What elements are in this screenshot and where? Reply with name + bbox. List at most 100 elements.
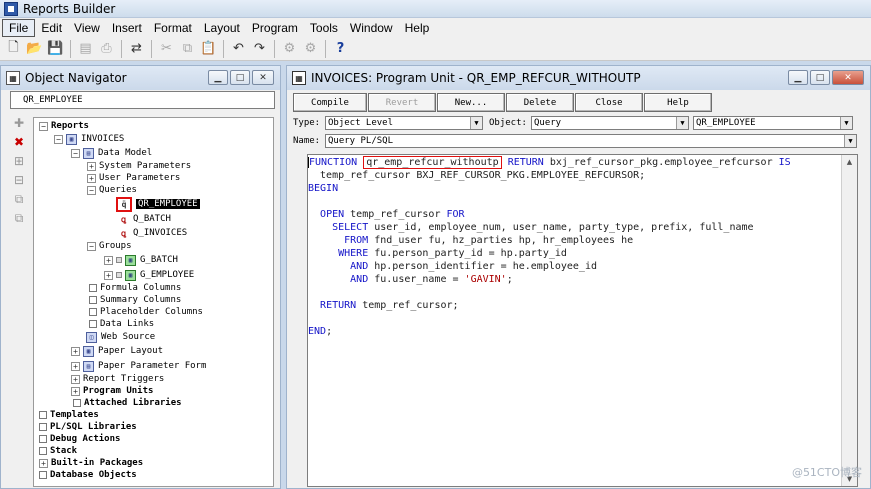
minimize-button[interactable]: ▁ <box>788 70 808 85</box>
empty-node-marker <box>39 423 47 431</box>
close-unit-button[interactable]: Close <box>575 93 643 112</box>
revert-button[interactable]: Revert <box>368 93 436 112</box>
create-icon[interactable]: ✚ <box>14 116 24 130</box>
tree-node-q-invoices[interactable]: ꝗ Q_INVOICES <box>118 227 187 239</box>
redo-icon[interactable]: ↷ <box>249 39 270 59</box>
collapse-toggle[interactable]: − <box>39 121 48 131</box>
tree-node-program-units[interactable]: + Program Units <box>71 385 153 397</box>
tree-node-invoices[interactable]: − ▦ INVOICES <box>54 133 124 145</box>
name-select[interactable]: Query PL/SQL ▼ <box>325 134 857 148</box>
new-button[interactable]: New... <box>437 93 505 112</box>
menu-edit[interactable]: Edit <box>35 20 68 36</box>
tree-node-queries[interactable]: − Queries <box>87 184 137 196</box>
compile-button[interactable]: Compile <box>293 93 367 112</box>
find-field[interactable]: QR_EMPLOYEE <box>10 91 275 109</box>
tree-node-groups[interactable]: − Groups <box>87 240 132 252</box>
menu-tools[interactable]: Tools <box>304 20 344 36</box>
collapse-toggle[interactable]: − <box>87 185 96 195</box>
menu-file[interactable]: File <box>2 18 36 37</box>
paste-icon[interactable]: 📋 <box>198 39 219 59</box>
collapse-toggle[interactable]: − <box>54 134 63 144</box>
close-button[interactable]: ✕ <box>252 70 274 85</box>
save-icon[interactable]: 💾 <box>45 39 66 59</box>
tree-node-summary-columns[interactable]: Summary Columns <box>89 294 181 306</box>
tree-node-stack[interactable]: Stack <box>39 445 77 457</box>
print-preview-icon[interactable]: ▤ <box>75 39 96 59</box>
cut-icon[interactable]: ✂ <box>156 39 177 59</box>
scroll-up-icon[interactable]: ▲ <box>842 155 857 169</box>
collapse-all-icon[interactable]: ⧉ <box>15 211 24 225</box>
tree-label: Stack <box>50 446 78 456</box>
tree-node-data-links[interactable]: Data Links <box>89 318 154 330</box>
menu-insert[interactable]: Insert <box>106 20 148 36</box>
object-select[interactable]: Query ▼ <box>531 116 689 130</box>
run-icon[interactable]: ⚙ <box>279 39 300 59</box>
tree-node-web-source[interactable]: ◫ Web Source <box>86 331 155 343</box>
print-icon[interactable]: ⎙ <box>96 39 117 59</box>
tree-node-user-parameters[interactable]: + User Parameters <box>87 172 180 184</box>
tree-node-g-employee[interactable]: + ▦ G_EMPLOYEE <box>104 269 194 281</box>
code-line-2: temp_ref_cursor BXJ_REF_CURSOR_PKG.EMPLO… <box>308 170 646 181</box>
minimize-button[interactable]: ▁ <box>208 70 228 85</box>
tree-node-qr-employee[interactable]: q̈ QR_EMPLOYEE <box>116 196 200 212</box>
connect-icon[interactable]: ⇄ <box>126 39 147 59</box>
new-file-icon[interactable]: 🗋 <box>3 39 24 59</box>
collapse-icon[interactable]: ⊟ <box>14 173 24 187</box>
tree-node-g-batch[interactable]: + ▦ G_BATCH <box>104 254 178 266</box>
expand-toggle[interactable]: + <box>87 173 96 183</box>
tree-node-paper-layout[interactable]: + ▦ Paper Layout <box>71 345 163 357</box>
menu-window[interactable]: Window <box>344 20 399 36</box>
tree-node-attached-libraries[interactable]: Attached Libraries <box>73 397 182 409</box>
tree-node-formula-columns[interactable]: Formula Columns <box>89 282 181 294</box>
tree-node-report-triggers[interactable]: + Report Triggers <box>71 373 164 385</box>
collapse-toggle[interactable]: − <box>71 148 80 158</box>
menu-format[interactable]: Format <box>148 20 198 36</box>
tree-node-paper-parameter-form[interactable]: + ▤ Paper Parameter Form <box>71 360 206 372</box>
code-editor[interactable]: FUNCTION qr_emp_refcur_withoutp RETURN b… <box>307 154 858 487</box>
tree-node-placeholder-columns[interactable]: Placeholder Columns <box>89 306 203 318</box>
object-name-select[interactable]: QR_EMPLOYEE ▼ <box>693 116 853 130</box>
menu-help[interactable]: Help <box>399 20 436 36</box>
expand-toggle[interactable]: + <box>39 458 48 468</box>
help-icon[interactable]: ? <box>330 39 351 59</box>
menu-program[interactable]: Program <box>246 20 304 36</box>
debug-icon[interactable]: ⚙ <box>300 39 321 59</box>
expand-icon[interactable]: ⊞ <box>14 154 24 168</box>
code-line-10: AND fu.user_name = 'GAVIN'; <box>308 273 513 286</box>
open-folder-icon[interactable]: 📂 <box>24 39 45 59</box>
expand-toggle[interactable]: + <box>71 386 80 396</box>
expand-toggle[interactable]: + <box>104 255 113 265</box>
help-button[interactable]: Help <box>644 93 712 112</box>
undo-icon[interactable]: ↶ <box>228 39 249 59</box>
code-vertical-scrollbar[interactable]: ▲ ▼ <box>841 155 857 486</box>
tree-node-plsql-libraries[interactable]: PL/SQL Libraries <box>39 421 137 433</box>
code-line-3: BEGIN <box>308 182 338 195</box>
expand-toggle[interactable]: + <box>71 361 80 371</box>
tree-node-q-batch[interactable]: ꝗ Q_BATCH <box>118 213 171 225</box>
delete-icon[interactable]: ✖ <box>14 135 24 149</box>
expand-toggle[interactable]: + <box>87 161 96 171</box>
tree-node-debug-actions[interactable]: Debug Actions <box>39 433 120 445</box>
tree-node-reports[interactable]: − Reports <box>39 120 89 132</box>
expand-toggle[interactable]: + <box>71 346 80 356</box>
type-select[interactable]: Object Level ▼ <box>325 116 483 130</box>
expand-all-icon[interactable]: ⧉ <box>15 192 24 206</box>
tree-node-builtin-packages[interactable]: + Built-in Packages <box>39 457 143 469</box>
copy-icon[interactable]: ⧉ <box>177 39 198 59</box>
expand-toggle[interactable]: + <box>104 270 113 280</box>
close-button[interactable]: ✕ <box>832 70 864 85</box>
code-string: 'GAVIN' <box>464 274 507 285</box>
menu-view[interactable]: View <box>68 20 106 36</box>
delete-button[interactable]: Delete <box>506 93 574 112</box>
collapse-toggle[interactable]: − <box>87 241 96 251</box>
tree-node-templates[interactable]: Templates <box>39 409 99 421</box>
expand-toggle[interactable]: + <box>71 374 80 384</box>
code-line-9: AND hp.person_identifier = he.employee_i… <box>308 260 597 273</box>
menu-layout[interactable]: Layout <box>198 20 246 36</box>
maximize-button[interactable]: □ <box>230 70 250 85</box>
tree-node-data-model[interactable]: − ▤ Data Model <box>71 147 152 159</box>
tree-node-system-parameters[interactable]: + System Parameters <box>87 160 191 172</box>
tree-label: Groups <box>99 241 132 251</box>
tree-node-database-objects[interactable]: Database Objects <box>39 469 137 481</box>
maximize-button[interactable]: □ <box>810 70 830 85</box>
